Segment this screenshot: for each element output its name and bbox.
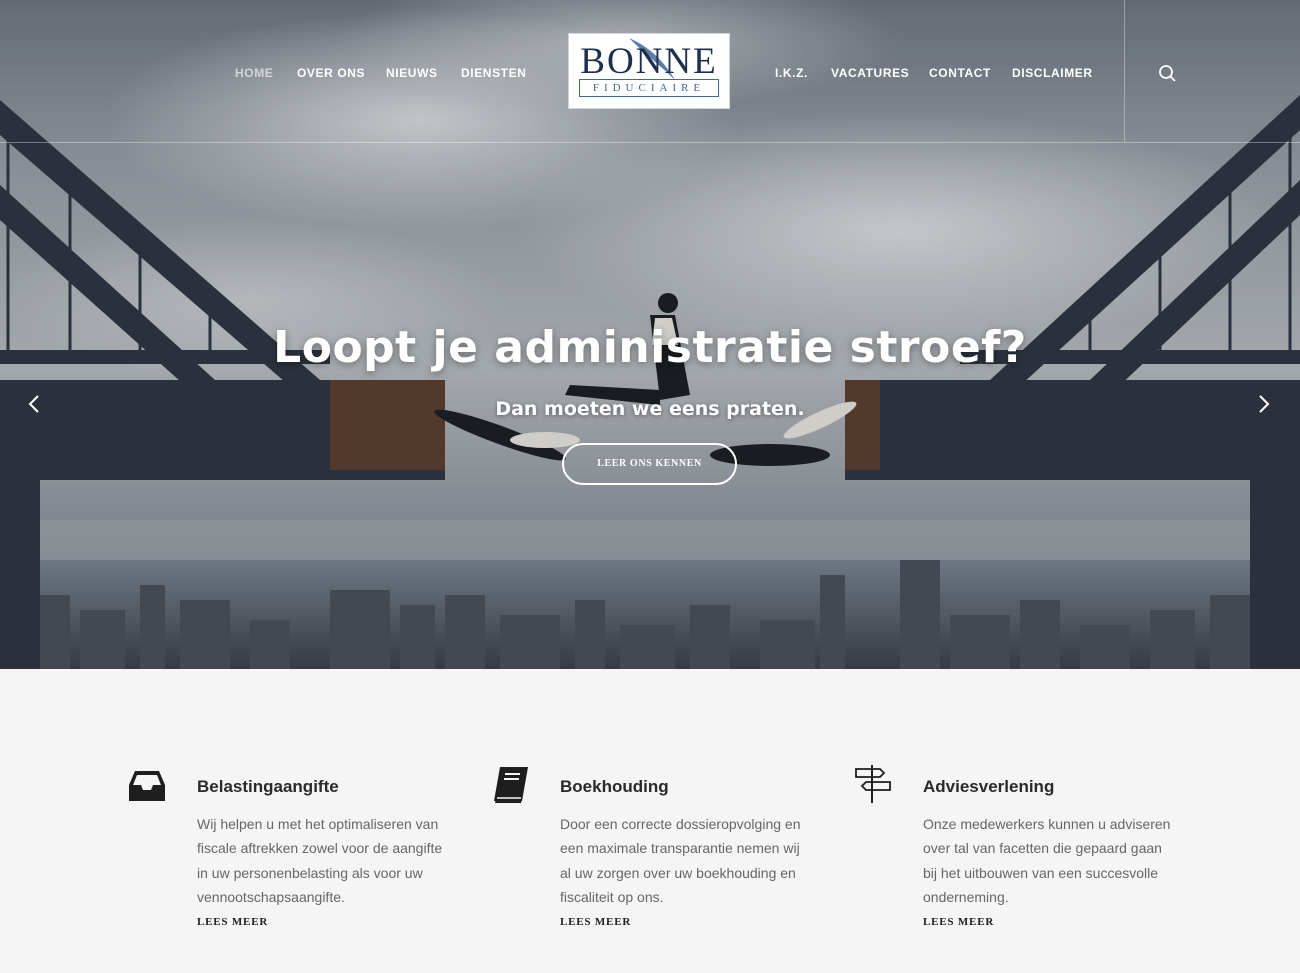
nav-contact[interactable]: CONTACT [929, 66, 991, 80]
inbox-tray-icon [129, 771, 165, 801]
nav-vacatures[interactable]: VACATURES [831, 66, 909, 80]
hero-subtitle: Dan moeten we eens praten. [495, 398, 805, 420]
prev-slide-arrow-icon[interactable] [23, 392, 45, 416]
nav-divider [1124, 0, 1125, 142]
bonne-fiduciaire-logo[interactable]: BONNE FIDUCIAIRE [568, 33, 730, 109]
nav-nieuws[interactable]: NIEUWS [386, 66, 438, 80]
service-title: Adviesverlening [923, 777, 1055, 796]
read-more-link[interactable]: LEES MEER [923, 916, 1223, 928]
search-icon[interactable] [1158, 64, 1178, 84]
nav-disclaimer[interactable]: DISCLAIMER [1012, 66, 1093, 80]
services-section: Belastingaangifte Wij helpen u met het o… [0, 669, 1300, 973]
service-belastingaangifte: Belastingaangifte Wij helpen u met het o… [129, 765, 497, 928]
service-title: Boekhouding [560, 777, 669, 796]
top-navigation: HOME OVER ONS NIEUWS DIENSTEN BONNE FIDU… [0, 0, 1300, 143]
hero-slider: Loopt je administratie stroef? Dan moete… [0, 0, 1300, 669]
learn-about-us-button[interactable]: LEER ONS KENNEN [562, 443, 737, 485]
service-description: Wij helpen u met het optimaliseren van f… [197, 816, 443, 905]
service-title: Belastingaangifte [197, 777, 339, 796]
nav-over-ons[interactable]: OVER ONS [297, 66, 365, 80]
service-boekhouding: Boekhouding Door een correcte dossieropv… [494, 765, 860, 928]
nav-diensten[interactable]: DIENSTEN [461, 66, 526, 80]
service-description: Door een correcte dossieropvolging en ee… [560, 816, 801, 905]
read-more-link[interactable]: LEES MEER [197, 916, 497, 928]
nav-ikz[interactable]: I.K.Z. [775, 66, 808, 80]
service-adviesverlening: Adviesverlening Onze medewerkers kunnen … [855, 765, 1223, 928]
next-slide-arrow-icon[interactable] [1253, 392, 1275, 416]
logo-wordmark: BONNE [580, 41, 718, 82]
nav-home[interactable]: HOME [235, 66, 273, 80]
read-more-link[interactable]: LEES MEER [560, 916, 860, 928]
hero-title: Loopt je administratie stroef? [273, 322, 1027, 373]
book-icon [494, 767, 528, 803]
signpost-icon [855, 765, 891, 803]
service-description: Onze medewerkers kunnen u adviseren over… [923, 816, 1171, 905]
logo-subtitle: FIDUCIAIRE [579, 79, 719, 97]
